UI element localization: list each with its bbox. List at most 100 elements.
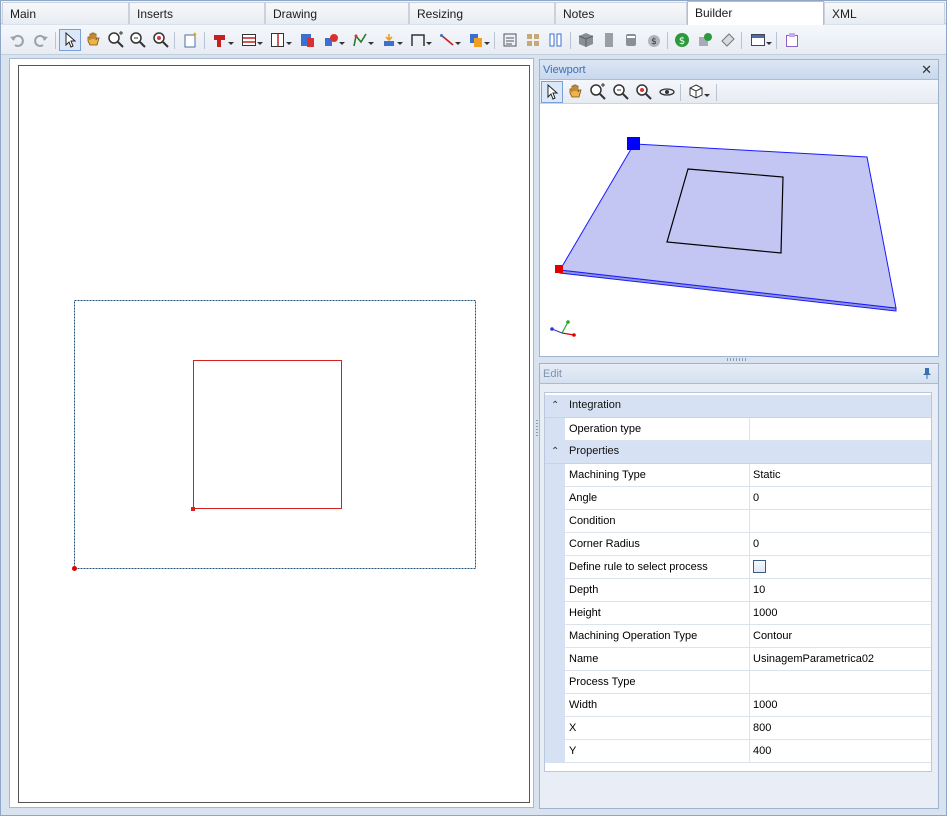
- new-note-icon[interactable]: [179, 29, 201, 51]
- viewport-3d-svg[interactable]: [540, 105, 938, 356]
- define-rule-checkbox[interactable]: [753, 560, 766, 573]
- assembly-icon[interactable]: [694, 29, 716, 51]
- line-icon[interactable]: [436, 29, 461, 51]
- zoom-out-icon[interactable]: [633, 81, 655, 103]
- zoom-in-icon[interactable]: [127, 29, 149, 51]
- property-value[interactable]: 800: [753, 722, 771, 734]
- property-row-condition[interactable]: Condition: [545, 510, 931, 533]
- clipboard-icon[interactable]: [781, 29, 803, 51]
- select-arrow-icon[interactable]: [541, 81, 563, 103]
- property-value[interactable]: 0: [753, 538, 759, 550]
- property-row-x[interactable]: X 800: [545, 717, 931, 740]
- tab-main[interactable]: Main: [2, 2, 129, 24]
- property-value[interactable]: 1000: [753, 699, 777, 711]
- select-arrow-icon[interactable]: [59, 29, 81, 51]
- insert-component-icon[interactable]: [296, 29, 318, 51]
- property-row-corner-radius[interactable]: Corner Radius 0: [545, 533, 931, 556]
- pan-hand-icon[interactable]: [82, 29, 104, 51]
- property-value[interactable]: 0: [753, 492, 759, 504]
- drawing-svg[interactable]: [19, 66, 529, 802]
- material-icon[interactable]: [598, 29, 620, 51]
- property-row-machining-operation-type[interactable]: Machining Operation Type Contour: [545, 625, 931, 648]
- property-name: Machining Type: [569, 469, 646, 481]
- tab-xml[interactable]: XML: [824, 2, 945, 24]
- property-row-name[interactable]: Name UsinagemParametrica02: [545, 648, 931, 671]
- edgeband-icon[interactable]: [620, 29, 642, 51]
- horizontal-division-icon[interactable]: [238, 29, 263, 51]
- zoom-extents-icon[interactable]: [587, 81, 609, 103]
- tab-resizing[interactable]: Resizing: [409, 2, 555, 24]
- undo-icon[interactable]: [6, 29, 28, 51]
- tab-inserts[interactable]: Inserts: [129, 2, 265, 24]
- copy-icon[interactable]: [465, 29, 490, 51]
- vertical-division-icon[interactable]: [267, 29, 292, 51]
- property-row-machining-type[interactable]: Machining Type Static: [545, 464, 931, 487]
- property-value[interactable]: UsinagemParametrica02: [753, 653, 874, 665]
- window-icon[interactable]: [747, 29, 772, 51]
- property-row-operation-type[interactable]: Operation type: [545, 418, 931, 441]
- edit-panel: Edit ⌃ Integration Operation type ⌃ Prop…: [539, 363, 939, 809]
- property-value[interactable]: 10: [753, 584, 765, 596]
- property-name: Operation type: [569, 423, 642, 435]
- property-value[interactable]: Static: [753, 469, 781, 481]
- property-name: Condition: [569, 515, 616, 527]
- tab-notes[interactable]: Notes: [555, 2, 687, 24]
- redo-icon[interactable]: [30, 29, 52, 51]
- close-icon[interactable]: ✕: [921, 62, 932, 78]
- orbit-icon[interactable]: [656, 81, 678, 103]
- collapse-chevron-icon[interactable]: ⌃: [551, 446, 559, 457]
- zoom-extents-icon[interactable]: [105, 29, 127, 51]
- edit-title: Edit: [543, 368, 562, 380]
- report-icon[interactable]: [499, 29, 521, 51]
- property-row-angle[interactable]: Angle 0: [545, 487, 931, 510]
- collapse-chevron-icon[interactable]: ⌃: [551, 400, 559, 411]
- viewport-title: Viewport: [543, 64, 586, 76]
- property-row-depth[interactable]: Depth 10: [545, 579, 931, 602]
- property-row-width[interactable]: Width 1000: [545, 694, 931, 717]
- shapes-icon[interactable]: [320, 29, 345, 51]
- property-value[interactable]: Contour: [753, 630, 792, 642]
- horizontal-splitter-grip[interactable]: [727, 358, 747, 361]
- viewport-3d-canvas[interactable]: [540, 105, 938, 356]
- corner-marker-blue: [627, 137, 640, 150]
- viewport-title-bar: Viewport ✕: [540, 60, 938, 80]
- drawing-area[interactable]: [9, 58, 534, 808]
- property-name: Define rule to select process: [569, 561, 708, 573]
- dimension-icon[interactable]: [407, 29, 432, 51]
- property-value[interactable]: 400: [753, 745, 771, 757]
- view-cube-icon[interactable]: [685, 81, 710, 103]
- drill-icon[interactable]: [209, 29, 234, 51]
- category-label: Properties: [569, 445, 620, 457]
- pin-icon[interactable]: [922, 367, 932, 379]
- box-icon[interactable]: [575, 29, 597, 51]
- property-row-process-type[interactable]: Process Type: [545, 671, 931, 694]
- property-row-define-rule[interactable]: Define rule to select process: [545, 556, 931, 579]
- label-icon[interactable]: [717, 29, 739, 51]
- category-integration[interactable]: ⌃ Integration: [545, 395, 931, 418]
- drawing-canvas[interactable]: [18, 65, 530, 803]
- property-row-y[interactable]: Y 400: [545, 740, 931, 763]
- tab-label: XML: [832, 7, 857, 21]
- zoom-out-icon[interactable]: [150, 29, 172, 51]
- machining-contour-rect: [193, 360, 342, 509]
- property-name: X: [569, 722, 577, 734]
- tab-label: Notes: [563, 7, 595, 21]
- align-icon[interactable]: [378, 29, 403, 51]
- cost-icon[interactable]: $: [643, 29, 665, 51]
- panel-origin-marker: [72, 566, 77, 571]
- tab-drawing[interactable]: Drawing: [265, 2, 409, 24]
- property-row-height[interactable]: Height 1000: [545, 602, 931, 625]
- tab-label: Resizing: [417, 7, 464, 21]
- dollar-icon[interactable]: $: [671, 29, 693, 51]
- property-name: Name: [569, 653, 599, 665]
- tab-builder[interactable]: Builder: [687, 1, 824, 25]
- category-properties[interactable]: ⌃ Properties: [545, 441, 931, 464]
- panels-icon[interactable]: [545, 29, 567, 51]
- cutlist-icon[interactable]: [522, 29, 544, 51]
- pan-hand-icon[interactable]: [564, 81, 586, 103]
- path-icon[interactable]: [349, 29, 374, 51]
- splitter-grip[interactable]: [536, 420, 538, 438]
- corner-marker-red: [555, 265, 563, 273]
- property-value[interactable]: 1000: [753, 607, 777, 619]
- zoom-in-icon[interactable]: [610, 81, 632, 103]
